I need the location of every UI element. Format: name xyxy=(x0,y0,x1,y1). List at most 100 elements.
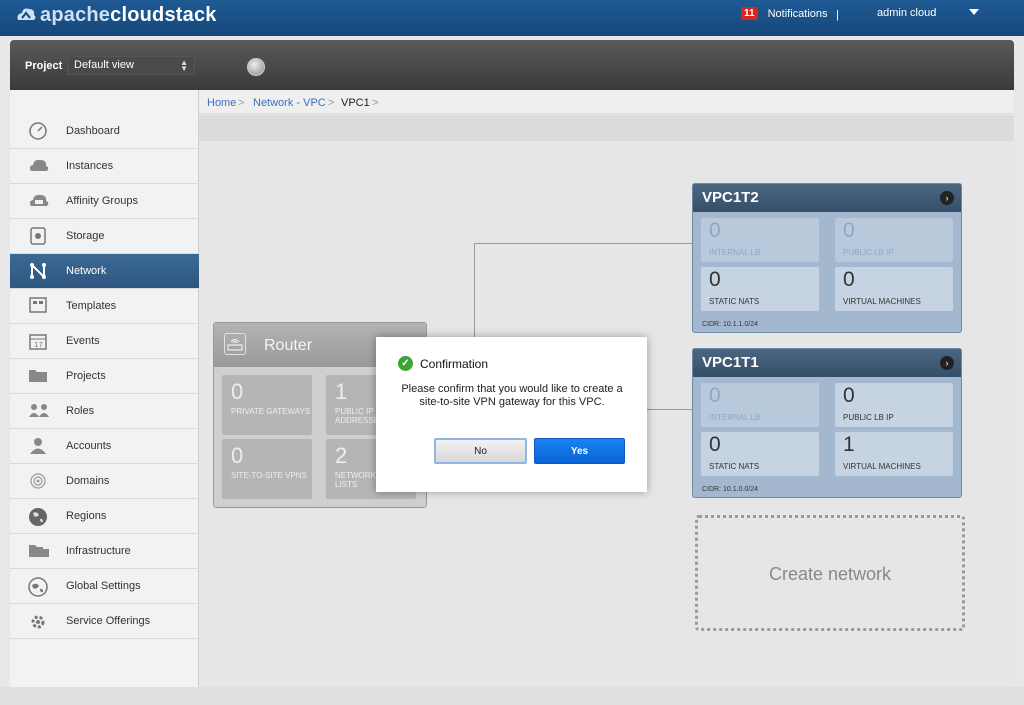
router-tile-site-to-site-vpns[interactable]: 0 SITE-TO-SITE VPNS xyxy=(222,439,312,499)
notifications-label: Notifications xyxy=(767,7,828,20)
calendar-icon: 17 xyxy=(28,332,48,350)
domains-icon xyxy=(28,472,48,490)
tier-tile-virtual-machines[interactable]: 1 VIRTUAL MACHINES xyxy=(835,432,953,476)
sidebar-item-accounts[interactable]: Accounts xyxy=(10,429,199,464)
create-network-button[interactable]: Create network xyxy=(695,515,965,631)
tile-count: 0 xyxy=(709,433,721,456)
project-select[interactable]: Default view ▲ ▼ xyxy=(67,56,195,75)
sidebar-item-label: Network xyxy=(66,265,107,277)
cloudstack-logo[interactable]: apachecloudstack xyxy=(14,2,217,28)
chevron-down-icon[interactable] xyxy=(969,9,979,15)
globe-icon[interactable] xyxy=(247,58,265,76)
project-bar: Project Default view ▲ ▼ xyxy=(10,40,1014,90)
check-circle-icon: ✓ xyxy=(398,356,413,371)
sidebar-item-infrastructure[interactable]: Infrastructure xyxy=(10,534,199,569)
sidebar-item-label: Dashboard xyxy=(66,125,120,137)
tile-count: 2 xyxy=(335,443,348,468)
sidebar-item-global-settings[interactable]: Global Settings xyxy=(10,569,199,604)
settings-icon xyxy=(28,577,48,597)
sidebar-item-affinity-groups[interactable]: Affinity Groups xyxy=(10,184,199,219)
create-network-label: Create network xyxy=(768,564,892,584)
svg-text:17: 17 xyxy=(34,341,43,349)
dashboard-icon xyxy=(28,122,48,140)
sidebar-item-label: Infrastructure xyxy=(66,545,131,557)
select-arrows-icon: ▲ ▼ xyxy=(180,58,188,73)
breadcrumb: Home > Network - VPC > VPC1 > xyxy=(199,90,1014,114)
sidebar-item-domains[interactable]: Domains xyxy=(10,464,199,499)
sidebar-item-templates[interactable]: Templates xyxy=(10,289,199,324)
storage-icon xyxy=(28,227,48,245)
tier-tile-internal-lb[interactable]: 0 INTERNAL LB xyxy=(701,218,819,262)
connector-line xyxy=(474,243,693,244)
tier-tile-static-nats[interactable]: 0 STATIC NATS xyxy=(701,432,819,476)
tier-tile-static-nats[interactable]: 0 STATIC NATS xyxy=(701,267,819,311)
tier-tile-public-lb-ip[interactable]: 0 PUBLIC LB IP xyxy=(835,383,953,427)
tile-count: 0 xyxy=(843,384,855,407)
breadcrumb-current: VPC1 xyxy=(341,97,370,109)
breadcrumb-separator: > xyxy=(238,97,245,109)
no-button[interactable]: No xyxy=(434,438,527,464)
tier-header: VPC1T1 › xyxy=(693,349,961,377)
sidebar-item-label: Global Settings xyxy=(66,580,141,592)
tier-title: VPC1T2 xyxy=(702,189,759,206)
cloud-logo-icon xyxy=(14,4,38,26)
tier-title: VPC1T1 xyxy=(702,354,759,371)
sidebar-item-dashboard[interactable]: Dashboard xyxy=(10,114,199,149)
tier-tile-virtual-machines[interactable]: 0 VIRTUAL MACHINES xyxy=(835,267,953,311)
sidebar-item-label: Domains xyxy=(66,475,110,487)
sidebar-item-label: Instances xyxy=(66,160,114,172)
dialog-message: Please confirm that you would like to cr… xyxy=(401,383,623,408)
tile-label: INTERNAL LB xyxy=(709,413,761,422)
tile-count: 0 xyxy=(231,443,244,468)
tile-label: SITE-TO-SITE VPNS xyxy=(231,471,307,480)
chevron-right-icon[interactable]: › xyxy=(940,356,954,370)
dialog-title: Confirmation xyxy=(420,357,489,371)
user-icon xyxy=(28,437,48,455)
breadcrumb-network-vpc[interactable]: Network - VPC xyxy=(253,97,326,109)
globe-icon xyxy=(28,507,48,526)
breadcrumb-separator: > xyxy=(372,97,379,109)
cloud-icon xyxy=(28,157,49,175)
chevron-right-icon[interactable]: › xyxy=(940,191,954,205)
footer-strip xyxy=(0,687,1024,705)
tile-label: INTERNAL LB xyxy=(709,248,761,257)
notifications[interactable]: 11 Notifications xyxy=(741,7,828,20)
tier-tile-internal-lb[interactable]: 0 INTERNAL LB xyxy=(701,383,819,427)
sidebar-item-label: Accounts xyxy=(66,440,112,452)
yes-button[interactable]: Yes xyxy=(534,438,625,464)
tile-count: 1 xyxy=(335,379,348,404)
sidebar: Dashboard Instances Affinity Groups Stor… xyxy=(10,90,199,687)
project-label: Project xyxy=(25,60,63,72)
header-separator: | xyxy=(836,9,839,21)
user-menu[interactable]: admin cloud xyxy=(877,7,936,19)
tile-label: PUBLIC LB IP xyxy=(843,248,894,257)
router-icon xyxy=(224,333,246,355)
tile-count: 0 xyxy=(709,219,721,242)
sidebar-item-instances[interactable]: Instances xyxy=(10,149,199,184)
sidebar-item-storage[interactable]: Storage xyxy=(10,219,199,254)
tile-label: STATIC NATS xyxy=(709,462,760,471)
tier-cidr: CIDR: 10.1.1.0/24 xyxy=(702,321,759,328)
router-tile-private-gateways[interactable]: 0 PRIVATE GATEWAYS xyxy=(222,375,312,435)
sidebar-item-label: Templates xyxy=(66,300,117,312)
sidebar-item-regions[interactable]: Regions xyxy=(10,499,199,534)
tile-label: PUBLIC LB IP xyxy=(843,413,894,422)
breadcrumb-home[interactable]: Home xyxy=(207,97,236,109)
sidebar-item-label: Affinity Groups xyxy=(66,195,138,207)
sidebar-item-network[interactable]: Network xyxy=(10,254,199,289)
tile-label: PRIVATE GATEWAYS xyxy=(231,407,311,416)
sidebar-item-label: Events xyxy=(66,335,100,347)
tile-label: VIRTUAL MACHINES xyxy=(843,297,921,306)
roles-icon xyxy=(28,402,49,420)
sidebar-item-events[interactable]: 17 Events xyxy=(10,324,199,359)
toolbar-strip xyxy=(199,115,1014,141)
sidebar-item-projects[interactable]: Projects xyxy=(10,359,199,394)
sidebar-item-service-offerings[interactable]: Service Offerings xyxy=(10,604,199,639)
folder-icon xyxy=(28,367,48,385)
breadcrumb-separator: > xyxy=(328,97,335,109)
sidebar-item-label: Service Offerings xyxy=(66,615,151,627)
gear-icon xyxy=(28,612,48,630)
tier-tile-public-lb-ip[interactable]: 0 PUBLIC LB IP xyxy=(835,218,953,262)
sidebar-item-roles[interactable]: Roles xyxy=(10,394,199,429)
logo-text: apachecloudstack xyxy=(40,4,217,27)
